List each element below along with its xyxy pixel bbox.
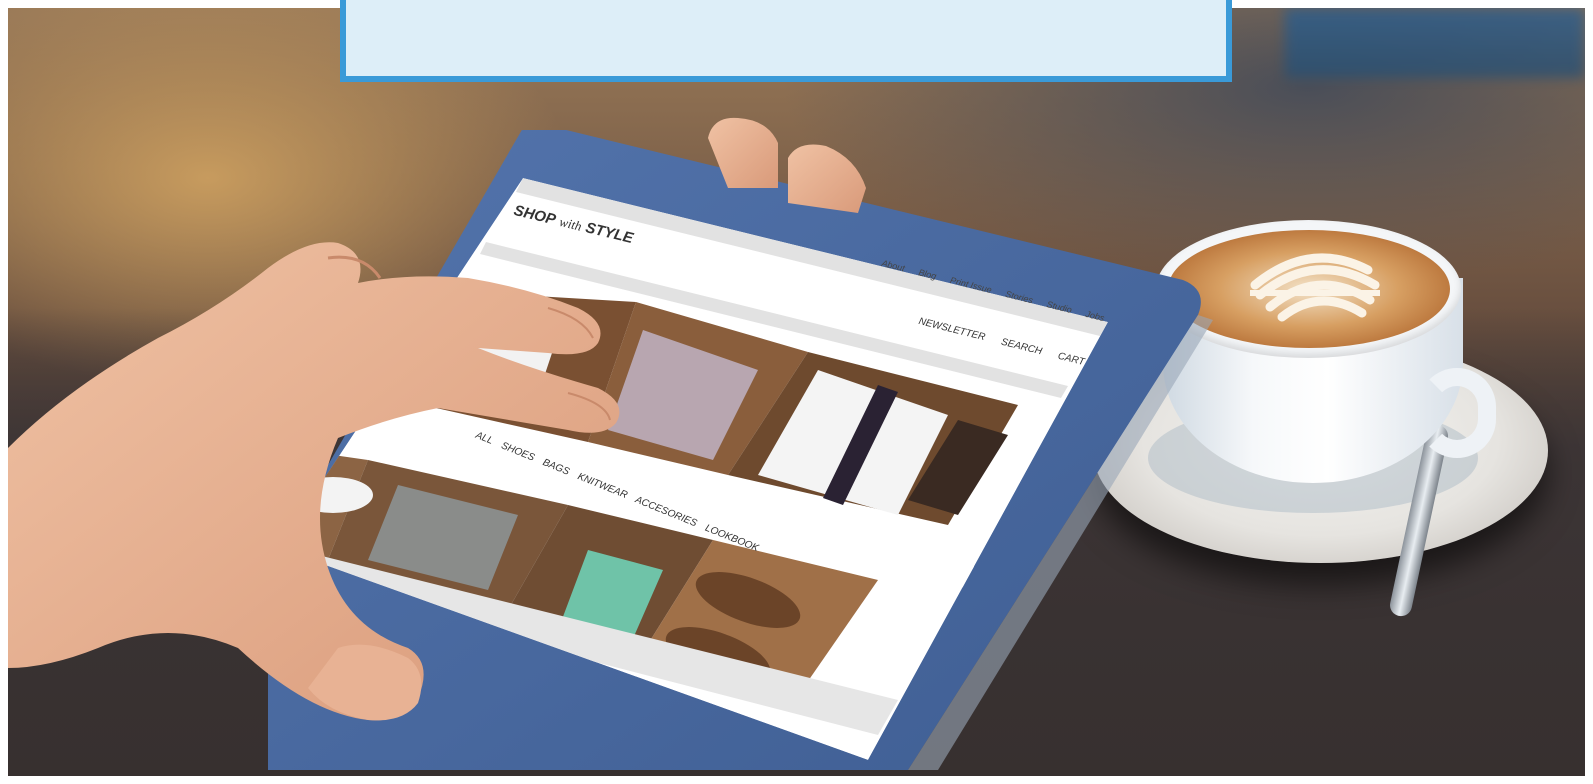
- header-box: [340, 0, 1232, 82]
- right-hand: [8, 242, 620, 721]
- hands: [8, 117, 866, 721]
- finger-top-1: [708, 117, 778, 188]
- photo-scene: SHOP with STYLE About Blog Print Issue S…: [8, 8, 1585, 776]
- finger-top-2: [788, 144, 866, 213]
